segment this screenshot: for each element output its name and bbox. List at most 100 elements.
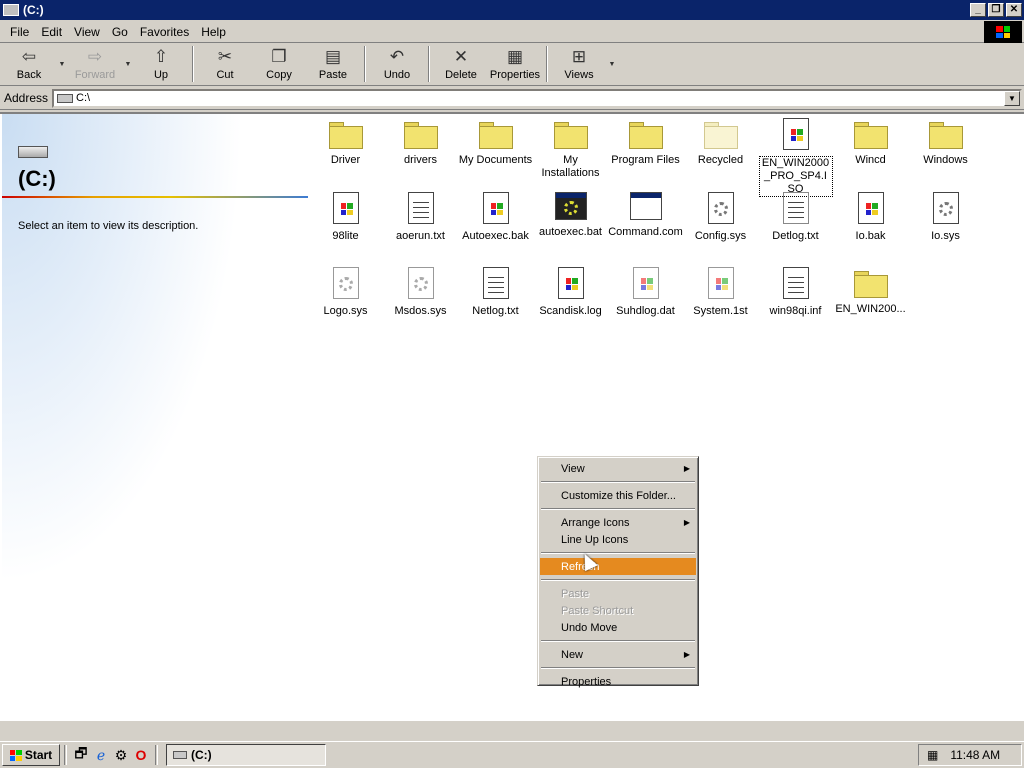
- file-item[interactable]: Msdos.sys: [383, 267, 458, 318]
- toolbar-separator: [546, 46, 548, 82]
- file-item[interactable]: Command.com: [608, 192, 683, 239]
- windows-file-icon: [482, 192, 509, 224]
- clock[interactable]: 11:48 AM: [950, 748, 1000, 762]
- file-item[interactable]: Wincd: [833, 118, 908, 167]
- menu-item-view[interactable]: View ▶: [540, 460, 696, 477]
- forward-button[interactable]: ⇨ Forward: [68, 44, 122, 84]
- file-item[interactable]: Driver: [308, 118, 383, 167]
- back-dropdown[interactable]: ▼: [56, 44, 68, 84]
- toolbar-separator: [192, 46, 194, 82]
- delete-button[interactable]: ✕ Delete: [434, 44, 488, 84]
- views-dropdown[interactable]: ▼: [606, 44, 618, 84]
- menu-item-properties[interactable]: Properties: [540, 673, 696, 690]
- undo-button[interactable]: ↶ Undo: [370, 44, 424, 84]
- iso-file-icon: [782, 118, 809, 150]
- window-title: (C:): [23, 3, 44, 17]
- show-desktop-icon[interactable]: 🗗: [71, 745, 91, 765]
- address-value[interactable]: C:\: [76, 92, 1004, 104]
- file-item-selected[interactable]: EN_WIN2000_PRO_SP4.ISO: [758, 118, 833, 197]
- opera-icon[interactable]: O: [131, 745, 151, 765]
- drive-icon: [173, 751, 187, 759]
- windows-file-icon: [857, 192, 884, 224]
- folder-view[interactable]: (C:) Select an item to view its descript…: [0, 112, 1024, 720]
- network-icon[interactable]: ⚙: [111, 745, 131, 765]
- file-item[interactable]: win98qi.inf: [758, 267, 833, 318]
- pane-divider: [2, 196, 308, 198]
- up-button[interactable]: ⇧ Up: [134, 44, 188, 84]
- menu-help[interactable]: Help: [195, 25, 232, 39]
- file-item[interactable]: Config.sys: [683, 192, 758, 243]
- file-item[interactable]: Scandisk.log: [533, 267, 608, 318]
- file-item[interactable]: Program Files: [608, 118, 683, 167]
- cut-button[interactable]: ✂ Cut: [198, 44, 252, 84]
- views-button[interactable]: ⊞ Views: [552, 44, 606, 84]
- menu-file[interactable]: File: [4, 25, 35, 39]
- menu-edit[interactable]: Edit: [35, 25, 68, 39]
- address-dropdown-button[interactable]: ▼: [1004, 90, 1020, 106]
- menu-item-new[interactable]: New ▶: [540, 646, 696, 663]
- menu-item-refresh[interactable]: Refresh: [540, 558, 696, 575]
- drive-icon: [57, 93, 74, 103]
- close-button[interactable]: ✕: [1006, 3, 1022, 17]
- menu-item-undo-move[interactable]: Undo Move: [540, 619, 696, 636]
- menu-item-line-up-icons[interactable]: Line Up Icons: [540, 531, 696, 548]
- tray-app-icon[interactable]: ▦: [927, 748, 938, 762]
- address-input[interactable]: C:\ ▼: [52, 88, 1022, 108]
- file-item[interactable]: Detlog.txt: [758, 192, 833, 243]
- taskbar-separator: [155, 745, 158, 765]
- start-button[interactable]: Start: [2, 744, 60, 766]
- views-grid-icon: ⊞: [571, 47, 587, 66]
- file-item[interactable]: 98lite: [308, 192, 383, 243]
- file-item[interactable]: Autoexec.bak: [458, 192, 533, 243]
- file-item[interactable]: Recycled: [683, 118, 758, 167]
- title-bar[interactable]: (C:) _ ❐ ✕: [0, 0, 1024, 20]
- file-item[interactable]: drivers: [383, 118, 458, 167]
- web-view-pane: (C:) Select an item to view its descript…: [2, 114, 310, 714]
- hard-drive-icon: [18, 146, 48, 158]
- system-file-icon: [332, 267, 359, 299]
- submenu-arrow-icon: ▶: [683, 518, 690, 527]
- file-item[interactable]: Suhdlog.dat: [608, 267, 683, 318]
- file-item[interactable]: aoerun.txt: [383, 192, 458, 243]
- file-item[interactable]: Logo.sys: [308, 267, 383, 318]
- menu-item-arrange-icons[interactable]: Arrange Icons ▶: [540, 514, 696, 531]
- menu-separator: [541, 552, 695, 554]
- restore-button[interactable]: ❐: [988, 3, 1004, 17]
- status-bar: [0, 720, 1024, 740]
- taskbar-window-button[interactable]: (C:): [166, 744, 326, 766]
- properties-icon: ▦: [506, 47, 524, 66]
- folder-icon: [853, 122, 888, 149]
- file-item[interactable]: Io.bak: [833, 192, 908, 243]
- menu-separator: [541, 667, 695, 669]
- file-item[interactable]: Io.sys: [908, 192, 983, 243]
- menu-separator: [541, 579, 695, 581]
- menu-view[interactable]: View: [68, 25, 106, 39]
- minimize-button[interactable]: _: [970, 3, 986, 17]
- file-item[interactable]: My Documents: [458, 118, 533, 167]
- menu-favorites[interactable]: Favorites: [134, 25, 195, 39]
- folder-icon: [478, 122, 513, 149]
- text-file-icon: [782, 192, 809, 224]
- back-button[interactable]: ⇦ Back: [2, 44, 56, 84]
- menu-go[interactable]: Go: [106, 25, 134, 39]
- paste-button[interactable]: ▤ Paste: [306, 44, 360, 84]
- file-item[interactable]: autoexec.bat: [533, 192, 608, 239]
- batch-file-icon: [554, 192, 587, 220]
- application-icon: [629, 192, 662, 220]
- windows-file-icon: [632, 267, 659, 299]
- file-item[interactable]: My Installations: [533, 118, 608, 180]
- copy-button[interactable]: ❐ Copy: [252, 44, 306, 84]
- file-item[interactable]: Netlog.txt: [458, 267, 533, 318]
- text-file-icon: [407, 192, 434, 224]
- properties-button[interactable]: ▦ Properties: [488, 44, 542, 84]
- file-item[interactable]: EN_WIN200...: [833, 267, 908, 316]
- menu-item-paste[interactable]: Paste: [540, 585, 696, 602]
- windows-file-icon: [707, 267, 734, 299]
- menu-item-paste-shortcut[interactable]: Paste Shortcut: [540, 602, 696, 619]
- pane-title: (C:): [18, 166, 56, 191]
- file-item[interactable]: System.1st: [683, 267, 758, 318]
- forward-dropdown[interactable]: ▼: [122, 44, 134, 84]
- internet-explorer-icon[interactable]: ℯ: [91, 745, 111, 765]
- menu-item-customize-folder[interactable]: Customize this Folder...: [540, 487, 696, 504]
- file-item[interactable]: Windows: [908, 118, 983, 167]
